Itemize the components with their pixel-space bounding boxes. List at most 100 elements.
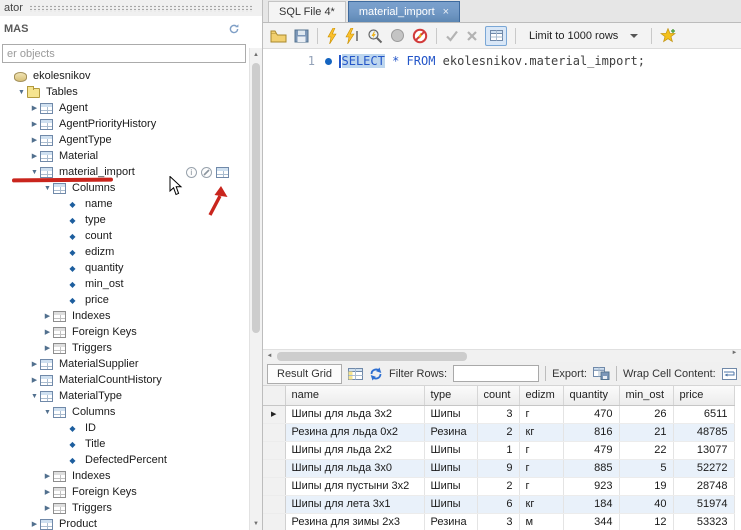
expand-icon[interactable]: ▶	[42, 488, 53, 496]
cell-name[interactable]: Шипы для пустыни 3x2	[285, 477, 424, 495]
tree-item-product[interactable]: ▶Product	[0, 516, 249, 530]
expand-icon[interactable]: ▶	[29, 152, 40, 160]
cell-name[interactable]: Шипы для льда 3x0	[285, 459, 424, 477]
cell-quantity[interactable]: 923	[563, 477, 619, 495]
scrollbar-thumb[interactable]	[252, 63, 260, 333]
tree-item-triggers[interactable]: ▶Triggers	[0, 500, 249, 516]
cell-count[interactable]: 2	[477, 423, 519, 441]
collapse-icon[interactable]: ▼	[42, 185, 53, 192]
execute-icon[interactable]	[326, 26, 338, 46]
filter-objects-input[interactable]	[2, 44, 246, 63]
cell-edizm[interactable]: г	[519, 459, 563, 477]
column-header-edizm[interactable]: edizm	[519, 386, 563, 405]
tree-item-min-ost[interactable]: ◆min_ost	[0, 276, 249, 292]
column-header-price[interactable]: price	[673, 386, 734, 405]
cell-min_ost[interactable]: 22	[619, 441, 673, 459]
column-header-count[interactable]: count	[477, 386, 519, 405]
refresh-schemas-icon[interactable]	[226, 22, 242, 36]
cell-min_ost[interactable]: 21	[619, 423, 673, 441]
cell-name[interactable]: Шипы для льда 2x2	[285, 441, 424, 459]
expand-icon[interactable]: ▶	[42, 328, 53, 336]
cell-edizm[interactable]: г	[519, 405, 563, 423]
tree-item-title[interactable]: ◆Title	[0, 436, 249, 452]
table-info-icon[interactable]: i	[186, 167, 197, 178]
cell-min_ost[interactable]: 19	[619, 477, 673, 495]
tree-item-foreign-keys[interactable]: ▶Foreign Keys	[0, 324, 249, 340]
cell-price[interactable]: 51974	[673, 495, 734, 513]
expand-icon[interactable]: ▶	[29, 376, 40, 384]
cell-price[interactable]: 13077	[673, 441, 734, 459]
cell-name[interactable]: Шипы для лета 3x1	[285, 495, 424, 513]
cell-count[interactable]: 6	[477, 495, 519, 513]
tree-item-triggers[interactable]: ▶Triggers	[0, 340, 249, 356]
scroll-right-icon[interactable]: ►	[728, 350, 741, 362]
cell-type[interactable]: Шипы	[424, 459, 477, 477]
scroll-down-icon[interactable]: ▼	[250, 517, 262, 530]
cell-price[interactable]: 52272	[673, 459, 734, 477]
cell-edizm[interactable]: кг	[519, 495, 563, 513]
row-selector-header[interactable]	[263, 386, 285, 405]
expand-icon[interactable]: ▶	[29, 520, 40, 528]
cell-quantity[interactable]: 885	[563, 459, 619, 477]
collapse-icon[interactable]: ▼	[16, 89, 27, 96]
row-selector[interactable]	[263, 441, 285, 459]
cell-min_ost[interactable]: 5	[619, 459, 673, 477]
cell-type[interactable]: Резина	[424, 423, 477, 441]
cell-min_ost[interactable]: 12	[619, 513, 673, 530]
tree-item-tables[interactable]: ▼Tables	[0, 84, 249, 100]
cell-price[interactable]: 6511	[673, 405, 734, 423]
scroll-left-icon[interactable]: ◄	[263, 353, 276, 359]
row-selector[interactable]	[263, 495, 285, 513]
row-selector[interactable]	[263, 513, 285, 530]
column-header-name[interactable]: name	[285, 386, 424, 405]
table-data-grid-icon[interactable]	[216, 167, 229, 178]
cell-type[interactable]: Резина	[424, 513, 477, 530]
cell-name[interactable]: Резина для зимы 2x3	[285, 513, 424, 530]
tree-item-id[interactable]: ◆ID	[0, 420, 249, 436]
cell-quantity[interactable]: 816	[563, 423, 619, 441]
navigator-scrollbar[interactable]: ▲ ▼	[249, 48, 262, 530]
expand-icon[interactable]: ▶	[29, 104, 40, 112]
tab-close-icon[interactable]: ×	[443, 7, 449, 17]
cell-count[interactable]: 2	[477, 477, 519, 495]
tree-item-price[interactable]: ◆price	[0, 292, 249, 308]
filter-rows-input[interactable]	[453, 365, 539, 382]
cell-quantity[interactable]: 470	[563, 405, 619, 423]
expand-icon[interactable]: ▶	[29, 360, 40, 368]
cell-type[interactable]: Шипы	[424, 441, 477, 459]
export-icon[interactable]	[593, 364, 610, 384]
tree-item-materialcounthistory[interactable]: ▶MaterialCountHistory	[0, 372, 249, 388]
cell-quantity[interactable]: 344	[563, 513, 619, 530]
cell-name[interactable]: Шипы для льда 3x2	[285, 405, 424, 423]
tree-item-material-import[interactable]: ▼material_importi	[0, 164, 249, 180]
cell-price[interactable]: 53323	[673, 513, 734, 530]
table-wrench-icon[interactable]	[201, 167, 212, 178]
tree-item-material[interactable]: ▶Material	[0, 148, 249, 164]
cell-type[interactable]: Шипы	[424, 405, 477, 423]
row-selector[interactable]	[263, 477, 285, 495]
cell-edizm[interactable]: г	[519, 441, 563, 459]
toggle-stop-on-error-icon[interactable]	[412, 26, 428, 46]
row-selector[interactable]	[263, 423, 285, 441]
tab-sql-file-4[interactable]: SQL File 4*	[268, 1, 346, 22]
panel-splitter-handle[interactable]	[29, 5, 252, 12]
sql-code-line[interactable]: SELECT * FROM ekolesnikov.material_impor…	[339, 49, 645, 349]
tree-item-materialtype[interactable]: ▼MaterialType	[0, 388, 249, 404]
cell-count[interactable]: 3	[477, 513, 519, 530]
scroll-up-icon[interactable]: ▲	[250, 48, 262, 61]
tree-item-materialsupplier[interactable]: ▶MaterialSupplier	[0, 356, 249, 372]
save-script-icon[interactable]	[294, 26, 309, 46]
cell-count[interactable]: 9	[477, 459, 519, 477]
tree-item-foreign-keys[interactable]: ▶Foreign Keys	[0, 484, 249, 500]
scrollbar-thumb[interactable]	[277, 352, 467, 361]
open-script-icon[interactable]	[270, 26, 287, 46]
expand-icon[interactable]: ▶	[42, 312, 53, 320]
expand-icon[interactable]: ▶	[29, 120, 40, 128]
tree-item-type[interactable]: ◆type	[0, 212, 249, 228]
cell-price[interactable]: 28748	[673, 477, 734, 495]
tree-item-defectedpercent[interactable]: ◆DefectedPercent	[0, 452, 249, 468]
sql-editor[interactable]: 1 SELECT * FROM ekolesnikov.material_imp…	[263, 49, 741, 349]
row-selector[interactable]	[263, 459, 285, 477]
column-header-quantity[interactable]: quantity	[563, 386, 619, 405]
cell-edizm[interactable]: кг	[519, 423, 563, 441]
